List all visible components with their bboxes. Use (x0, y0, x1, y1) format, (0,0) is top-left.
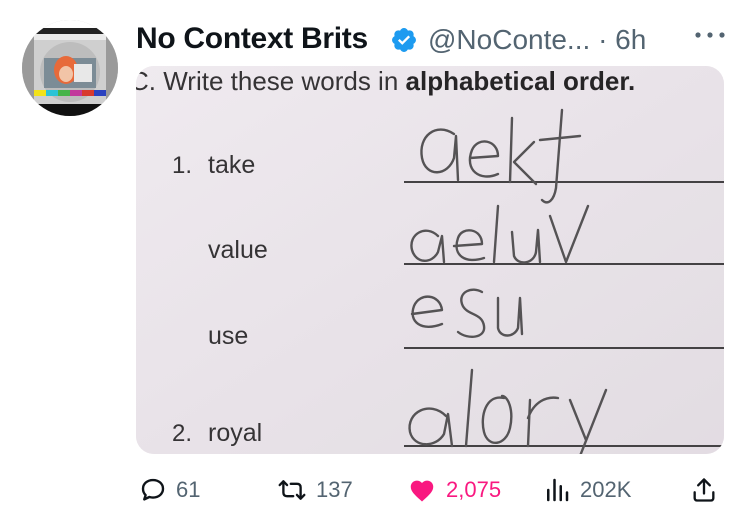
view-count: 202K (580, 477, 632, 502)
reply-icon (141, 478, 165, 501)
action-bar: 61 137 2,075 202K (0, 470, 750, 510)
author-display-name[interactable]: No Context Brits (136, 22, 368, 56)
avatar-test-card-image (22, 20, 118, 116)
share-upload-icon (693, 478, 715, 502)
avatar[interactable] (22, 20, 118, 116)
author-meta: @NoConte... · 6h (428, 24, 646, 56)
like-button[interactable]: 2,075 (406, 470, 501, 510)
share-button[interactable] (690, 470, 718, 510)
views-bar-chart-icon (547, 478, 569, 502)
reply-button[interactable]: 61 (138, 470, 200, 510)
meta-separator: · (598, 24, 608, 55)
like-count: 2,075 (446, 477, 502, 502)
more-options-icon[interactable] (693, 28, 727, 42)
post-media-image[interactable]: C. Write these words in alphabetical ord… (136, 66, 724, 454)
repost-icon (278, 480, 306, 500)
verified-badge-icon (392, 28, 416, 52)
repost-count: 137 (316, 477, 353, 502)
post-header: No Context Brits @NoConte... · 6h (136, 20, 736, 60)
worksheet-photo: C. Write these words in alphabetical ord… (136, 66, 724, 454)
views-button[interactable]: 202K (542, 470, 631, 510)
post-time[interactable]: 6h (615, 24, 646, 55)
heart-filled-icon (410, 480, 434, 502)
reply-count: 61 (176, 477, 201, 502)
author-handle[interactable]: @NoConte... (428, 24, 590, 55)
repost-button[interactable]: 137 (276, 470, 353, 510)
